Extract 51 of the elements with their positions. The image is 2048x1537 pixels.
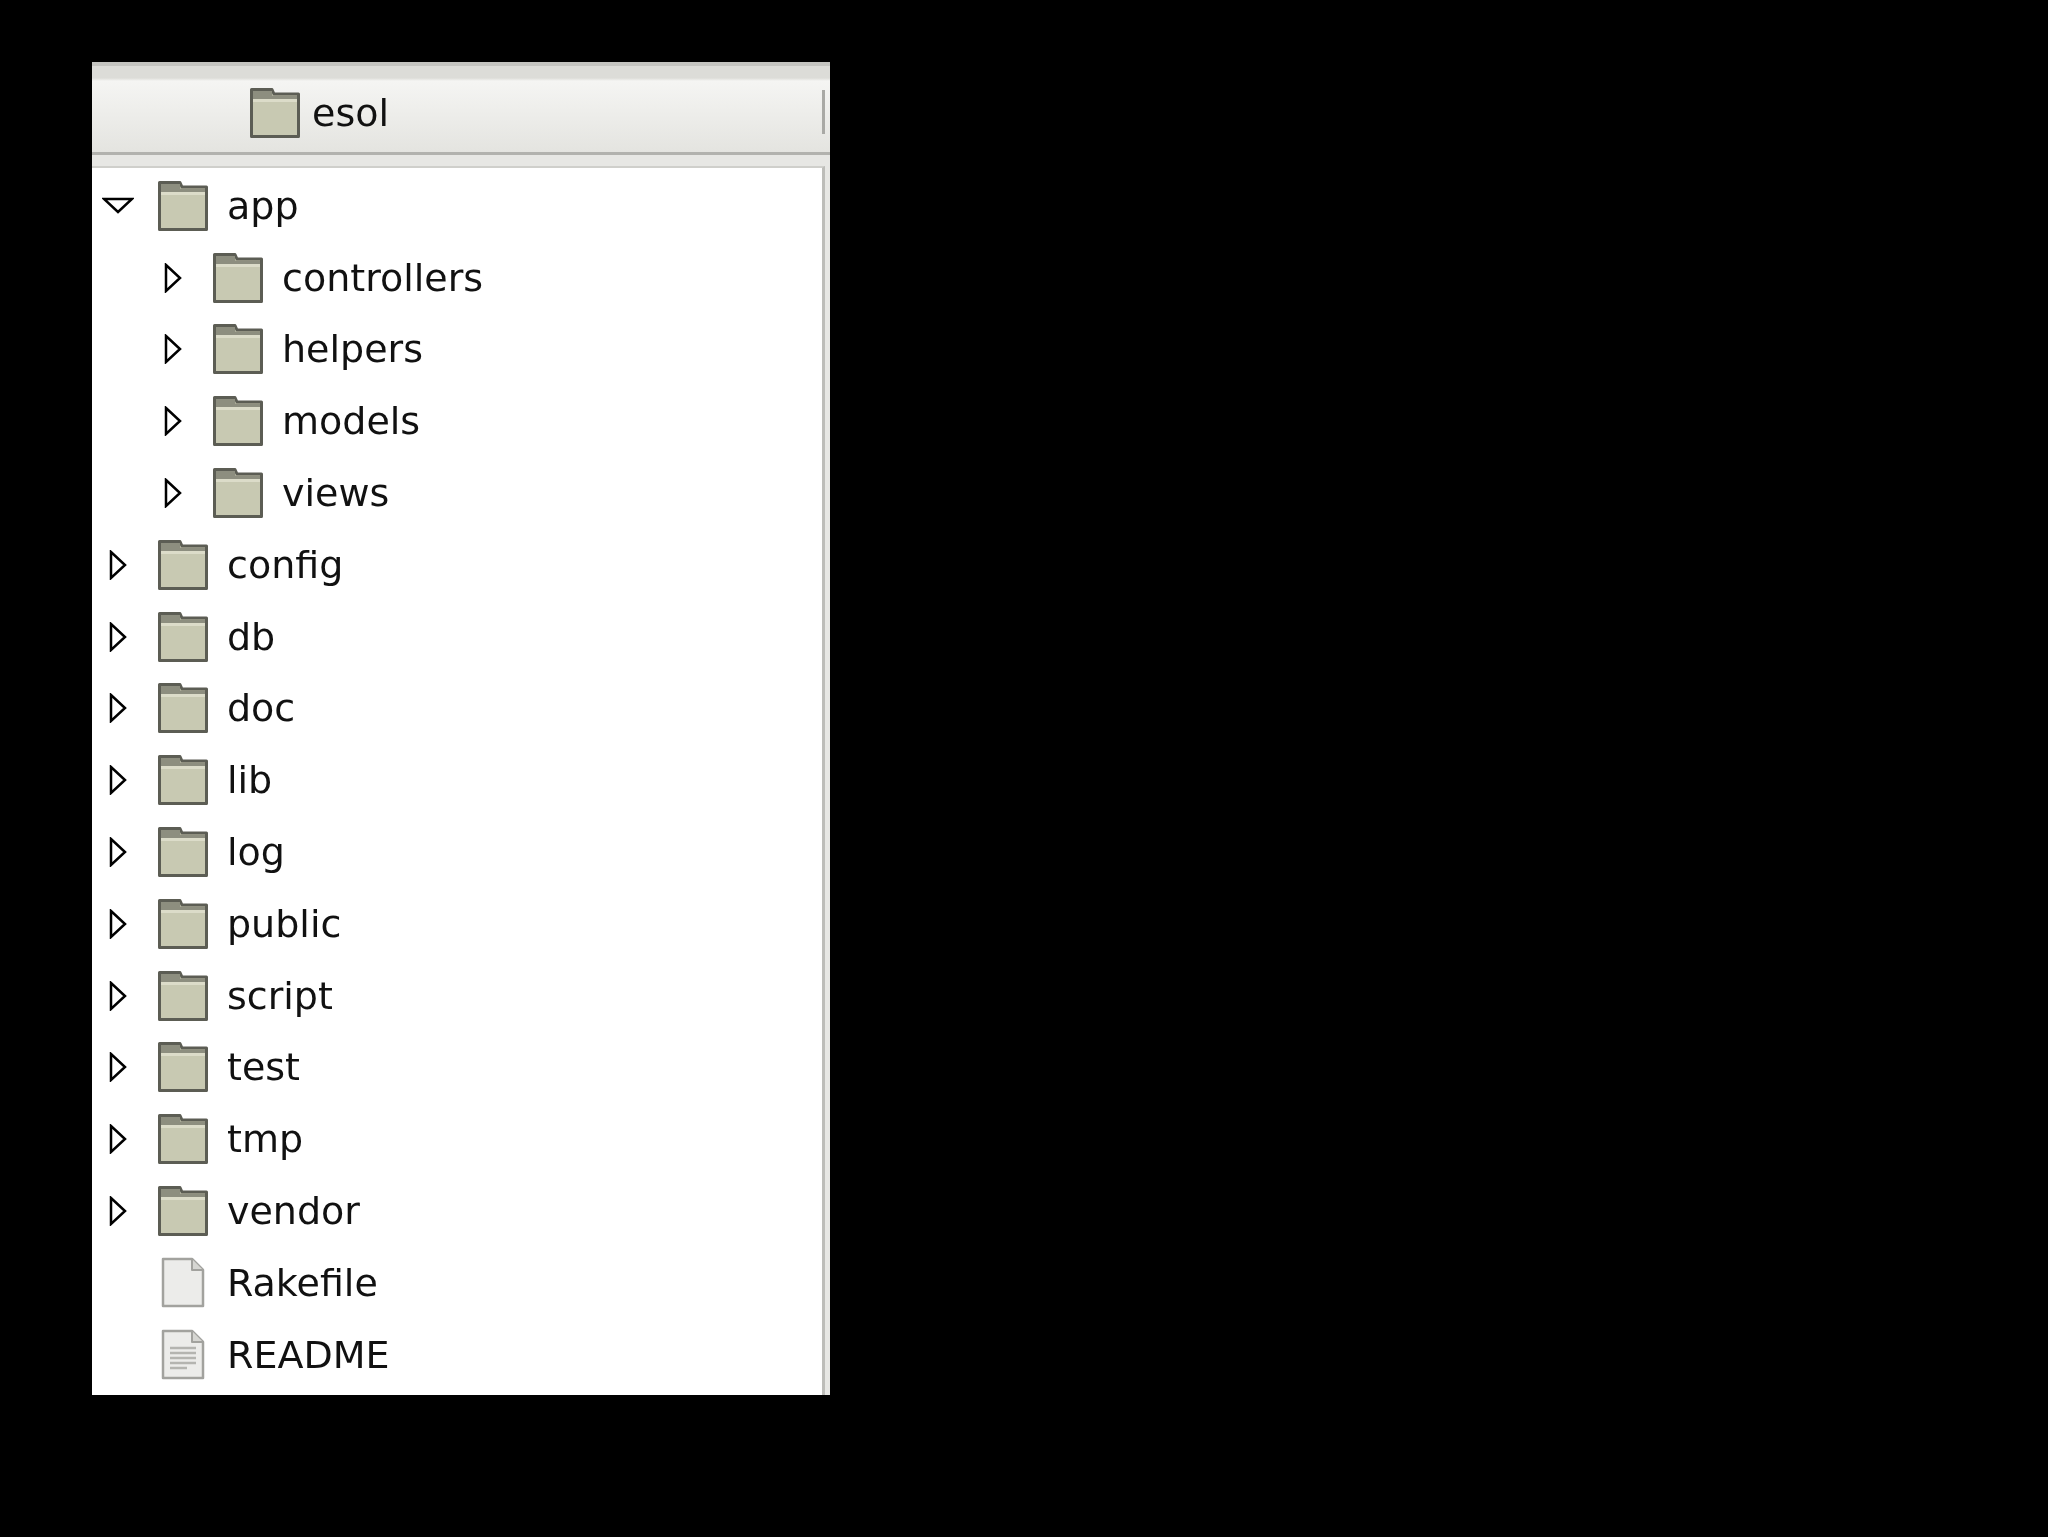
blank-page-icon [161, 1257, 205, 1309]
tree-item-label[interactable]: db [227, 617, 276, 656]
triangle-right-icon[interactable] [109, 1196, 127, 1227]
document-icon [161, 1329, 205, 1381]
tree-item-label[interactable]: helpers [282, 330, 423, 369]
folder-icon [158, 1186, 208, 1237]
folder-icon [250, 88, 300, 138]
triangle-right-icon[interactable] [109, 980, 127, 1011]
tree-item-label[interactable]: config [227, 545, 344, 584]
triangle-right-icon[interactable] [109, 837, 127, 868]
folder-icon [213, 396, 263, 447]
triangle-down-icon[interactable] [102, 197, 134, 215]
tree-item-label[interactable]: doc [227, 689, 296, 728]
tree-item-label[interactable]: test [227, 1048, 300, 1087]
triangle-right-icon[interactable] [164, 334, 182, 365]
triangle-right-icon[interactable] [109, 549, 127, 580]
tree-item-label[interactable]: tmp [227, 1120, 304, 1159]
tree-item-label[interactable]: script [227, 976, 333, 1015]
column-header[interactable]: esol [92, 66, 822, 152]
folder-icon [213, 324, 263, 375]
folder-icon [158, 611, 208, 662]
triangle-right-icon[interactable] [164, 262, 182, 293]
triangle-right-icon[interactable] [109, 693, 127, 724]
tree-item-label[interactable]: app [227, 186, 299, 225]
triangle-right-icon[interactable] [109, 1124, 127, 1155]
tree-item-label[interactable]: models [282, 402, 421, 441]
tree-item-label[interactable]: README [227, 1335, 390, 1374]
folder-icon [213, 252, 263, 303]
triangle-right-icon[interactable] [109, 765, 127, 796]
folder-icon [158, 755, 208, 806]
triangle-right-icon[interactable] [109, 621, 127, 652]
folder-icon [213, 468, 263, 519]
folder-icon [158, 180, 208, 231]
folder-icon [158, 1114, 208, 1165]
triangle-right-icon[interactable] [109, 1052, 127, 1083]
triangle-right-icon[interactable] [164, 406, 182, 437]
tree-item-label[interactable]: lib [227, 761, 273, 800]
triangle-right-icon[interactable] [164, 478, 182, 509]
tree-item-label[interactable]: log [227, 833, 285, 872]
tree-item-label[interactable]: controllers [282, 258, 484, 297]
tree-item-label[interactable]: Rakefile [227, 1263, 378, 1302]
tree-item-label[interactable]: vendor [227, 1192, 360, 1231]
tree-item-label[interactable]: views [282, 474, 390, 513]
folder-icon [158, 539, 208, 590]
folder-icon [158, 1042, 208, 1093]
folder-icon [158, 683, 208, 734]
triangle-right-icon[interactable] [109, 908, 127, 939]
folder-icon [158, 898, 208, 949]
tree-item-label[interactable]: public [227, 904, 342, 943]
folder-icon [158, 827, 208, 878]
folder-icon [158, 970, 208, 1021]
